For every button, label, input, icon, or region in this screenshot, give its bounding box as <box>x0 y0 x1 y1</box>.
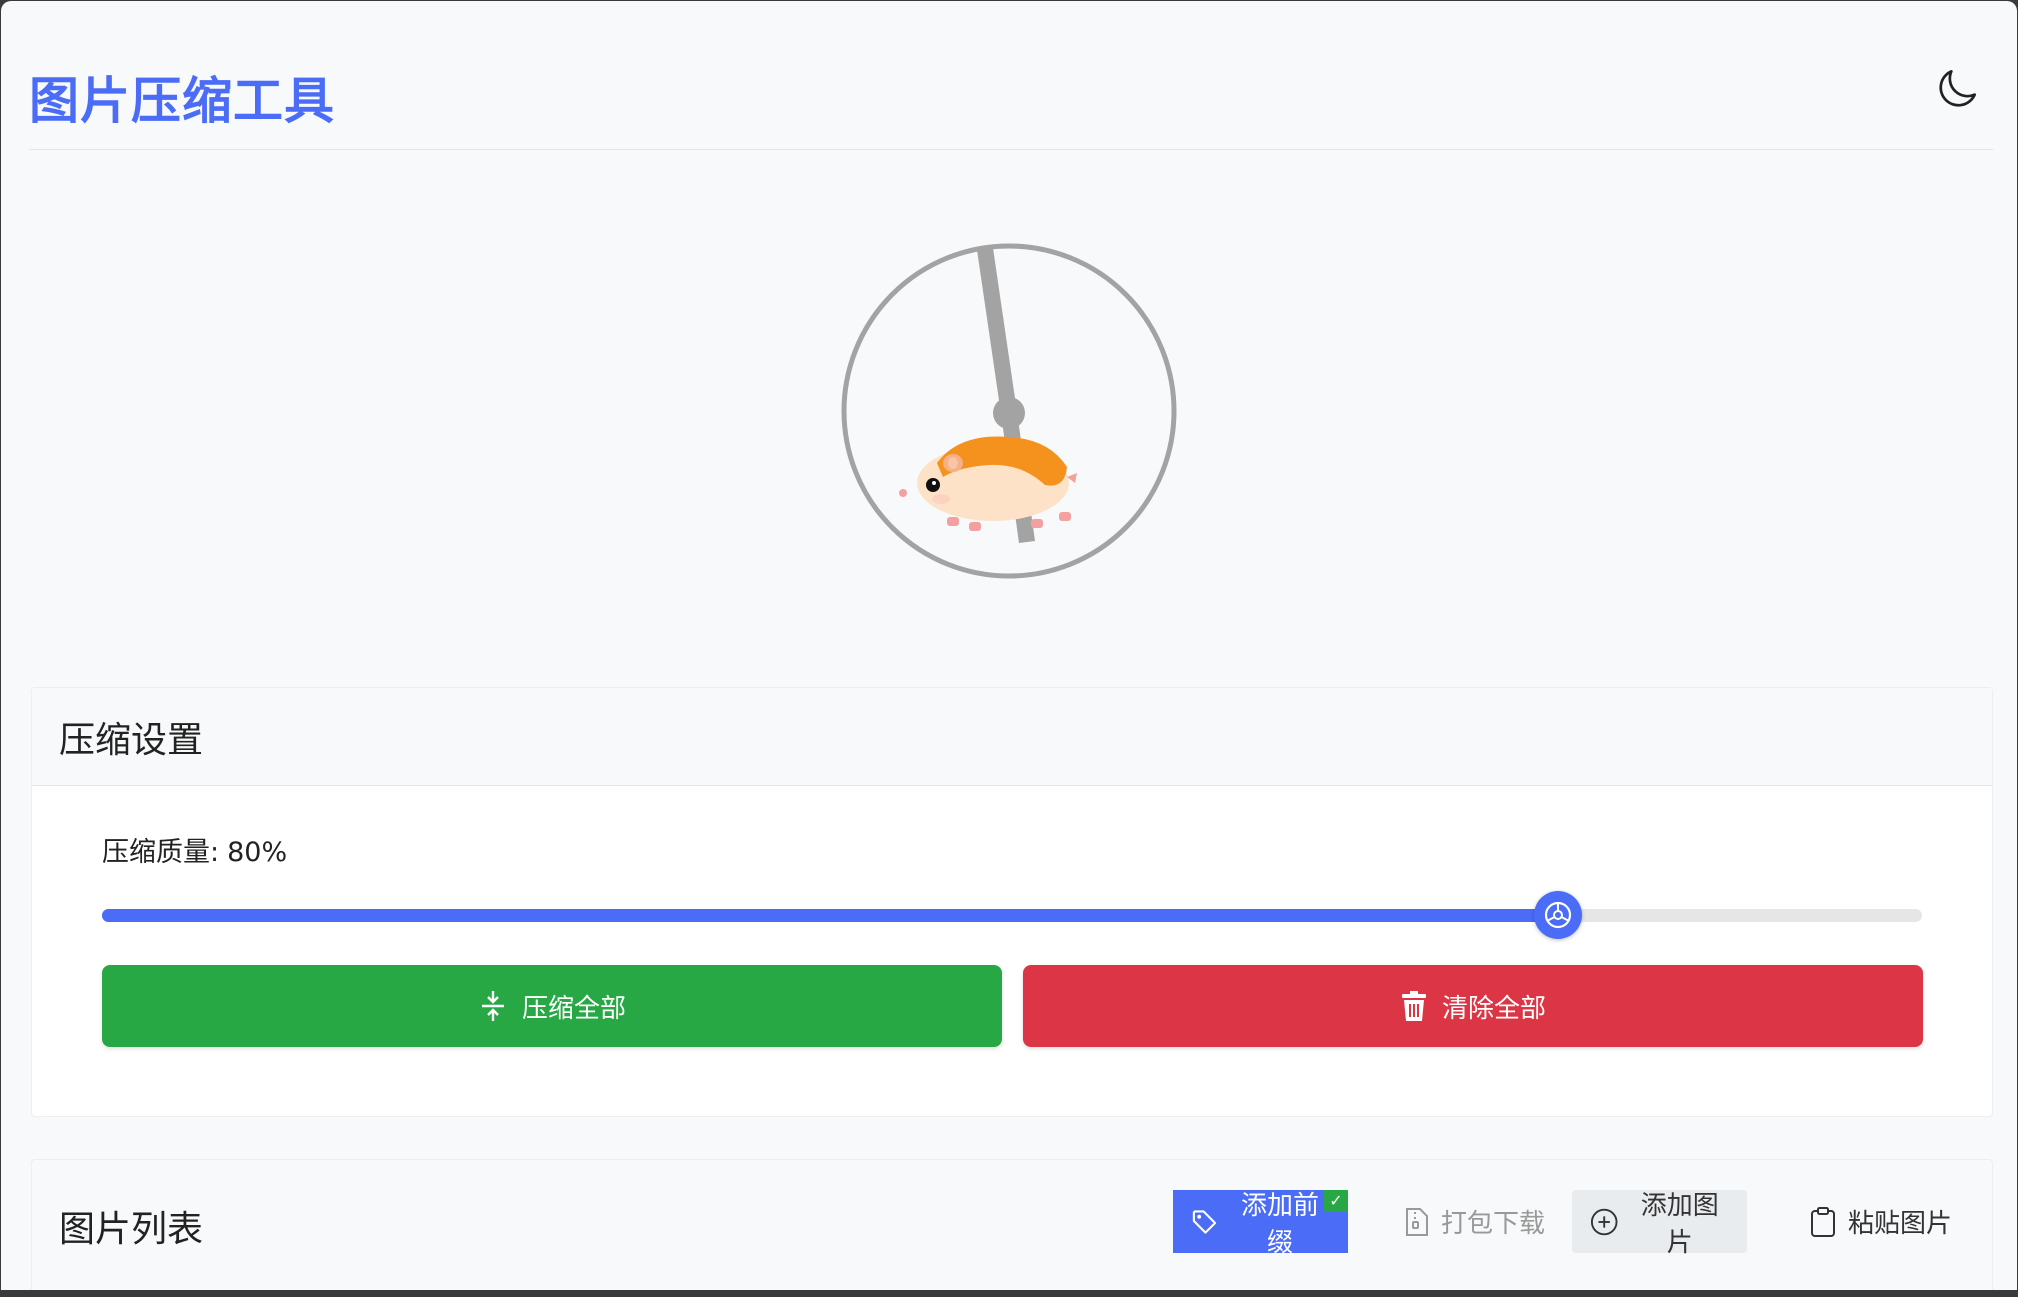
clear-all-label: 清除全部 <box>1441 993 1546 1024</box>
slider-fill <box>102 909 1558 922</box>
compress-all-label: 压缩全部 <box>521 993 626 1024</box>
moon-icon <box>1939 69 1977 107</box>
clipboard-icon <box>1811 1206 1835 1237</box>
compress-all-button[interactable]: 压缩全部 <box>102 965 1002 1047</box>
image-list-card: 图片列表 添加前缀 ✓ 打包下载 添加图片 粘贴图片 <box>31 1159 1993 1291</box>
app-title: 图片压缩工具 <box>29 72 335 130</box>
image-list-title: 图片列表 <box>59 1209 204 1250</box>
slider-thumb[interactable] <box>1534 891 1582 939</box>
hamster-ball-icon <box>1544 901 1572 929</box>
quality-label: 压缩质量: 80% <box>102 830 287 869</box>
compression-settings-card: 压缩设置 压缩质量: 80% 压缩全部 清除全部 <box>31 687 1993 1117</box>
hamster-icon <box>899 436 1077 531</box>
quality-slider[interactable] <box>102 891 1922 939</box>
add-image-label: 添加图片 <box>1640 1190 1719 1258</box>
app-window: 图片压缩工具 压缩设置 压缩质量: 80% 压缩全部 清除全部 图片列表 添加前… <box>1 1 2017 1291</box>
hamster-wheel-loader <box>839 241 1179 581</box>
add-prefix-button[interactable]: 添加前缀 ✓ <box>1173 1190 1348 1258</box>
theme-toggle-button[interactable] <box>1933 63 1983 113</box>
compress-icon <box>481 991 504 1021</box>
window-bottom-edge <box>0 1290 2018 1297</box>
download-zip-label: 打包下载 <box>1441 1209 1546 1239</box>
trash-icon <box>1401 991 1426 1021</box>
add-image-button[interactable]: 添加图片 <box>1572 1190 1747 1258</box>
paste-image-label: 粘贴图片 <box>1848 1209 1953 1239</box>
check-icon: ✓ <box>1324 1190 1348 1212</box>
zip-file-icon <box>1406 1207 1428 1236</box>
header: 图片压缩工具 <box>29 41 1993 150</box>
tag-icon <box>1192 1209 1217 1234</box>
settings-card-title: 压缩设置 <box>32 688 1992 786</box>
paste-image-button[interactable]: 粘贴图片 <box>1792 1190 1970 1253</box>
clear-all-button[interactable]: 清除全部 <box>1023 965 1923 1047</box>
download-zip-button[interactable]: 打包下载 <box>1387 1190 1563 1253</box>
quality-value: 80% <box>227 837 288 868</box>
add-prefix-label: 添加前缀 <box>1240 1190 1319 1258</box>
quality-label-text: 压缩质量: <box>102 837 220 868</box>
plus-circle-icon <box>1590 1208 1618 1235</box>
